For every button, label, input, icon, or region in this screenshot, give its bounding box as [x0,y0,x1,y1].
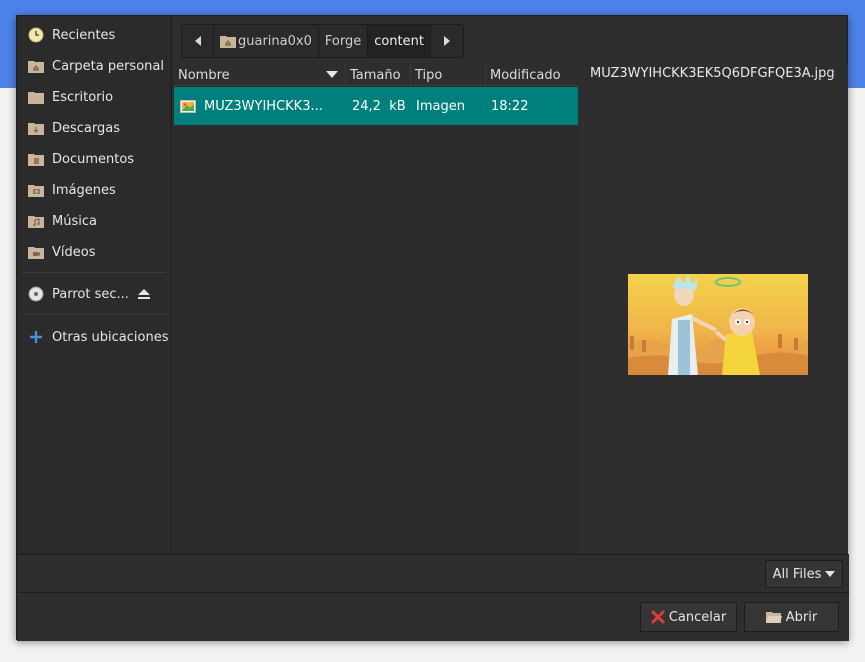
chevron-left-icon [194,36,201,46]
path-segment-home[interactable]: guarina0x0 [214,25,319,57]
sidebar-item-label: Música [52,213,97,229]
open-label: Abrir [785,609,818,625]
file-list: Nombre Tamaño Tipo Modificado MUZ3WYIHCK… [174,64,578,554]
sidebar-item-recientes[interactable]: Recientes [17,22,172,48]
file-type-cell: Imagen [416,87,486,125]
sidebar-item-label: Recientes [52,27,116,43]
places-sidebar: Recientes Carpeta personal Escritorio De… [17,16,172,554]
sidebar-item-label: Escritorio [52,89,114,105]
videos-folder-icon [27,243,45,261]
table-row[interactable]: MUZ3WYIHCKK3... 24,2 kB Imagen 18:22 [174,87,578,125]
folder-icon [27,88,45,106]
file-name-cell: MUZ3WYIHCKK3... [180,87,344,125]
downloads-folder-icon [27,119,45,137]
column-header-label: Tipo [415,67,443,83]
file-modified: 18:22 [491,98,529,114]
path-back-button[interactable] [182,25,214,57]
dialog-actions: Cancelar Abrir [17,592,849,641]
sidebar-item-label: Otras ubicaciones [52,329,169,345]
sidebar-item-label: Carpeta personal [52,58,164,74]
column-header-name[interactable]: Nombre [174,64,346,86]
sidebar-item-escritorio[interactable]: Escritorio [17,84,172,110]
sidebar-item-musica[interactable]: Música [17,208,172,234]
open-button[interactable]: Abrir [744,602,839,632]
filter-bar: All Files [17,554,849,592]
path-forward-button[interactable] [431,25,463,57]
column-header-modified[interactable]: Modificado [486,64,578,86]
folder-open-icon [765,612,782,623]
image-file-icon [180,99,196,113]
music-folder-icon [27,212,45,230]
file-type-filter-dropdown[interactable]: All Files [765,560,843,588]
sidebar-item-descargas[interactable]: Descargas [17,115,172,141]
column-header-size[interactable]: Tamaño [346,64,411,86]
documents-folder-icon [27,150,45,168]
file-size: 24,2 kB [352,98,406,114]
sidebar-item-imagenes[interactable]: Imágenes [17,177,172,203]
file-list-header: Nombre Tamaño Tipo Modificado [174,64,578,86]
file-chooser-dialog: Recientes Carpeta personal Escritorio De… [16,15,849,641]
file-name: MUZ3WYIHCKK3... [204,98,323,114]
sidebar-item-documentos[interactable]: Documentos [17,146,172,172]
sidebar-item-home[interactable]: Carpeta personal [17,53,172,79]
path-segment-forge[interactable]: Forge [319,25,369,57]
pictures-folder-icon [27,181,45,199]
column-header-type[interactable]: Tipo [411,64,486,86]
file-type: Imagen [416,98,465,114]
column-header-label: Tamaño [350,67,401,83]
sidebar-item-other-locations[interactable]: Otras ubicaciones [17,324,172,350]
disc-icon [27,285,45,303]
file-modified-cell: 18:22 [491,87,571,125]
chevron-right-icon [443,36,450,46]
sidebar-item-label: Vídeos [52,244,96,260]
recent-icon [27,26,45,44]
sidebar-item-label: Descargas [52,120,121,136]
column-header-label: Nombre [178,67,230,83]
home-folder-icon [220,36,236,48]
sidebar-separator [23,272,167,273]
sort-descending-icon [326,71,338,78]
home-folder-icon [27,57,45,75]
path-segment-label: content [374,33,424,49]
sidebar-item-label: Documentos [52,151,135,167]
filter-label: All Files [772,566,822,582]
eject-icon[interactable] [137,287,151,301]
path-segment-content[interactable]: content [368,25,431,57]
sidebar-item-label: Parrot sec... [52,286,129,302]
preview-pane: MUZ3WYIHCKK3EK5Q6DFGFQE3A.jpg [580,64,848,554]
sidebar-item-label: Imágenes [52,182,116,198]
chevron-down-icon [825,570,836,577]
cancel-button[interactable]: Cancelar [640,602,737,632]
column-header-label: Modificado [490,67,561,83]
plus-icon [27,328,45,346]
sidebar-item-parrot-device[interactable]: Parrot sec... [17,281,172,307]
sidebar-separator [23,314,167,315]
preview-image [628,274,808,375]
path-bar: guarina0x0 Forge content [181,24,464,58]
path-segment-label: guarina0x0 [238,33,312,49]
close-icon [651,610,665,624]
cancel-label: Cancelar [668,609,727,625]
sidebar-item-videos[interactable]: Vídeos [17,239,172,265]
path-segment-label: Forge [324,33,362,49]
preview-filename: MUZ3WYIHCKK3EK5Q6DFGFQE3A.jpg [590,66,835,81]
file-size-cell: 24,2 kB [352,87,412,125]
